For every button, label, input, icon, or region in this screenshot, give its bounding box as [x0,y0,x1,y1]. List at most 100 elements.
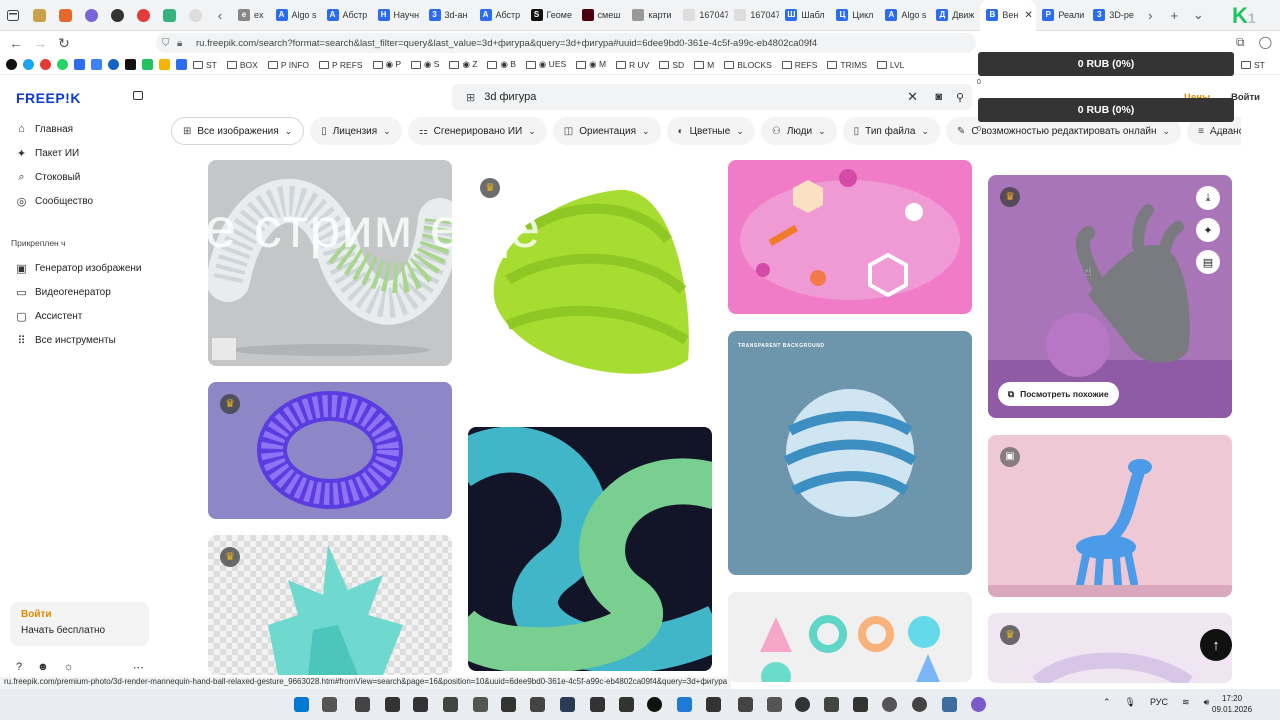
pinned-tab-7[interactable] [182,0,208,31]
language-indicator[interactable]: РУС [1150,697,1168,708]
taskbar-app-icon[interactable] [767,697,782,712]
close-tab-icon[interactable]: ✕ [1024,10,1032,21]
taskbar-app-icon[interactable] [619,697,634,712]
bookmark-folder[interactable]: TRIMS [827,59,867,70]
taskbar-app-icon[interactable] [824,697,839,712]
filter-dropdown[interactable]: ⚏ Сгенерировано ИИ ⌄ [407,117,547,145]
result-card[interactable] [728,160,972,314]
new-tab-icon[interactable]: + [1162,8,1186,23]
sidebar-pinned-item[interactable]: ⠿ Все инструменты [16,334,115,347]
browser-tab[interactable]: смеш [576,0,627,31]
bookmark-icon-3[interactable] [176,59,187,70]
taskbar-app-icon[interactable] [385,697,400,712]
taskbar-app-icon[interactable] [413,697,428,712]
github-icon[interactable] [6,59,17,70]
bookmark-folder[interactable]: ◉ P [372,59,401,70]
login-promo-box[interactable]: Войти Начать бесплатно [10,602,149,646]
scroll-tabs-left-icon[interactable]: ‹ [208,8,232,23]
bookmark-folder[interactable]: M [694,59,714,70]
taskbar-app-icon[interactable] [882,697,897,712]
tab-actions-icon[interactable] [0,0,26,31]
microphone-icon[interactable]: 🎙︎ [1125,697,1136,708]
pinterest-icon[interactable] [40,59,51,70]
back-icon[interactable]: ← [4,35,28,51]
result-card[interactable]: ♛ [208,382,452,519]
bookmark-folder[interactable]: P REFS [319,59,363,70]
browser-tab[interactable]: Ц Цикл [830,0,879,31]
taskbar-app-icon[interactable] [853,697,868,712]
bookmark-folder[interactable]: REFS [781,59,817,70]
browser-tab[interactable]: Д Движ [930,0,980,31]
taskbar-browser-icon[interactable] [647,697,662,712]
settings-icon[interactable] [942,697,957,712]
login-promo-title[interactable]: Войти [21,609,138,620]
result-card[interactable] [468,427,712,671]
wifi-icon[interactable]: ≋ [1182,697,1190,708]
theme-toggle-icon[interactable]: ☼ [64,661,74,674]
bookmark-folder[interactable]: ◉ UES [525,59,566,70]
bookmark-folder[interactable]: ST [193,59,217,70]
bookmark-folder[interactable]: ◉ Z [449,59,477,70]
system-clock[interactable]: 17:20 09.01.2026 [1212,693,1252,715]
reload-icon[interactable]: ↻ [52,35,76,52]
taskbar-app-icon[interactable] [473,697,488,712]
result-card[interactable]: ♛ [988,613,1232,683]
view-similar-button[interactable]: ⧉ Посмотреть похожие [998,382,1119,406]
sidebar-pinned-item[interactable]: ▣ Генератор изображени [16,262,141,275]
taskbar-app-icon[interactable] [501,697,516,712]
taskbar-app-icon[interactable] [560,697,575,712]
bookmark-folder[interactable]: ◉ M [576,59,606,70]
login-link[interactable]: Войти [1231,92,1260,103]
filter-dropdown[interactable]: ▯ Тип файла ⌄ [842,117,940,145]
url-field[interactable]: ⛉ 🔒︎ ru.freepik.com/search?format=search… [156,33,976,53]
bookmark-folder[interactable]: ◉ B [487,59,516,70]
browser-tab[interactable]: e ex [232,0,270,31]
pinned-tab-4[interactable] [104,0,130,31]
browser-tab[interactable]: Р Реали [1036,0,1087,31]
bookmark-folder[interactable]: R UV [616,59,649,70]
search-icon[interactable]: ⚲ [956,91,964,104]
bookmark-folder[interactable]: LVL [876,59,904,70]
scroll-to-top-button[interactable]: ↑ [1200,629,1232,661]
browser-tab[interactable]: 3 3d-ан [423,0,474,31]
result-card[interactable]: ▣ [988,435,1232,597]
save-to-collection-icon[interactable]: ▤ [1196,250,1220,274]
sidebar-pinned-item[interactable]: ▭ Видеогенератор [16,286,110,299]
help-icon[interactable]: ? [16,661,22,674]
browser-tab[interactable]: A Абстр [474,0,525,31]
profile-icon[interactable]: ◯ [1259,35,1272,50]
bookmark-icon-1[interactable] [23,59,34,70]
spotify-icon[interactable] [795,697,810,712]
bookmark-folder[interactable]: BOX [226,59,258,70]
taskbar-app-icon[interactable] [590,697,605,712]
discord-icon[interactable]: ☻ [37,661,49,674]
vscode-icon[interactable] [677,697,692,712]
bookmark-icon-2[interactable] [74,59,85,70]
result-card[interactable]: ♛ [208,535,452,675]
sidebar-collapse-icon[interactable] [133,91,143,100]
browser-tab[interactable]: S Геоме [525,0,576,31]
bookmark-folder[interactable]: ◉ S [411,59,439,70]
taskbar-app-icon[interactable] [706,697,721,712]
sidebar-item[interactable]: ✦ Пакет ИИ [16,147,79,160]
taskbar-app-icon[interactable] [355,697,370,712]
browser-tab[interactable]: 3 3D-ре [1087,0,1138,31]
search-input[interactable]: 3d фигура [484,91,536,103]
tab-search-icon[interactable]: ⌄ [1186,7,1210,23]
sidebar-item[interactable]: ⌂ Главная [16,123,73,135]
image-search-type-icon[interactable]: ⊞ [466,91,475,104]
obs-icon[interactable] [912,697,927,712]
taskbar-app-icon[interactable] [738,697,753,712]
result-card[interactable] [208,160,452,366]
pinned-tab-6[interactable] [156,0,182,31]
more-icon[interactable]: ⋯ [133,661,144,674]
pinned-tab-1[interactable] [26,0,52,31]
bookmark-folder-last[interactable]: ST [1241,60,1265,70]
tab-active[interactable]: В Вен ✕ [980,0,1037,31]
vk-icon[interactable] [108,59,119,70]
download-icon[interactable]: ⤓ [1196,186,1220,210]
taskbar-app-icon[interactable] [971,697,986,712]
kick-green-icon[interactable] [142,59,153,70]
lock-icon[interactable]: 🔒︎ [177,38,182,49]
filter-dropdown[interactable]: ◐ Цветные ⌄ [666,117,755,145]
